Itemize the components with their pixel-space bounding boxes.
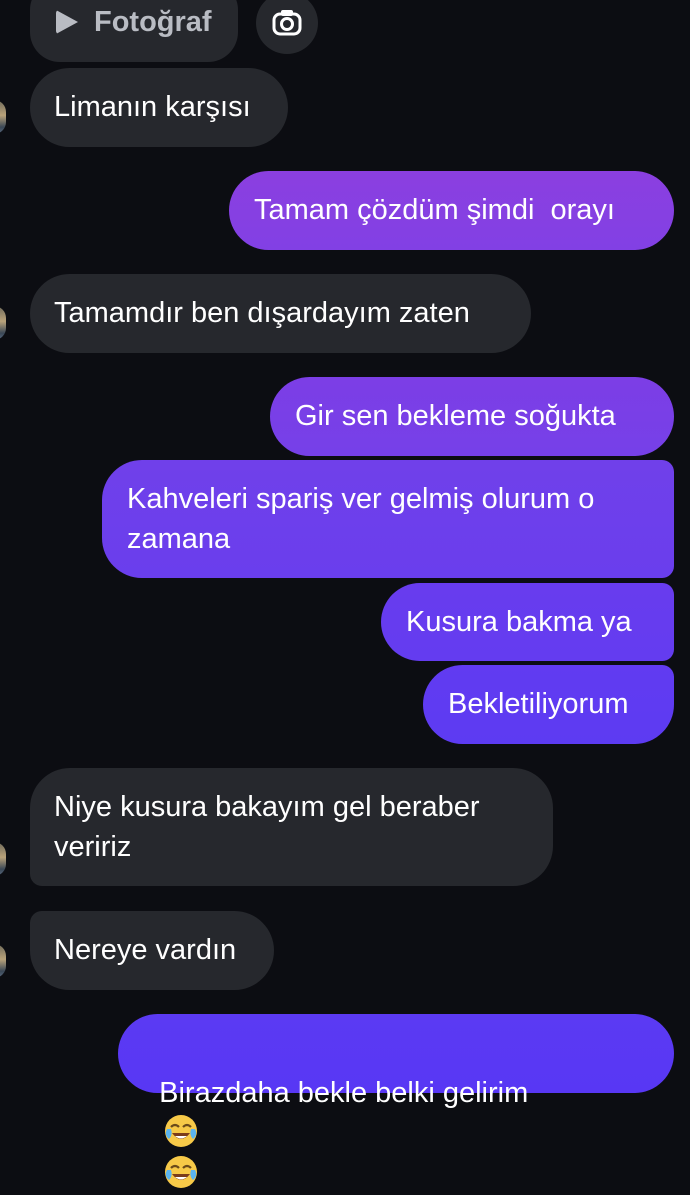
incoming-message[interactable]: Niye kusura bakayım gel beraber veririz <box>30 768 553 886</box>
outgoing-message[interactable]: Tamam çözdüm şimdi orayı <box>229 171 674 250</box>
incoming-message[interactable]: Tamamdır ben dışardayım zaten <box>30 274 531 353</box>
tears-of-joy-emoji <box>165 1156 198 1188</box>
outgoing-message[interactable]: Kahveleri spariş ver gelmiş olurum o zam… <box>102 460 674 578</box>
outgoing-message[interactable]: Bekletiliyorum <box>423 665 674 744</box>
contact-avatar[interactable] <box>0 306 6 340</box>
photo-attachment-chip[interactable]: Fotoğraf <box>30 0 238 62</box>
contact-avatar[interactable] <box>0 944 6 978</box>
camera-icon <box>272 10 302 36</box>
outgoing-message[interactable]: Birazdaha bekle belki gelirim <box>118 1014 674 1188</box>
play-icon <box>56 10 78 34</box>
incoming-message[interactable]: Limanın karşısı <box>30 68 288 147</box>
camera-button[interactable] <box>256 0 318 54</box>
outgoing-message[interactable]: Gir sen bekleme soğukta <box>270 377 674 456</box>
tears-of-joy-emoji <box>165 1115 198 1147</box>
message-text: Birazdaha bekle belki gelirim <box>159 1077 529 1109</box>
incoming-message[interactable]: Nereye vardın <box>30 911 274 990</box>
contact-avatar[interactable] <box>0 842 6 876</box>
contact-avatar[interactable] <box>0 100 6 134</box>
outgoing-message[interactable]: Kusura bakma ya <box>381 583 674 661</box>
photo-attachment-label: Fotoğraf <box>94 6 212 38</box>
